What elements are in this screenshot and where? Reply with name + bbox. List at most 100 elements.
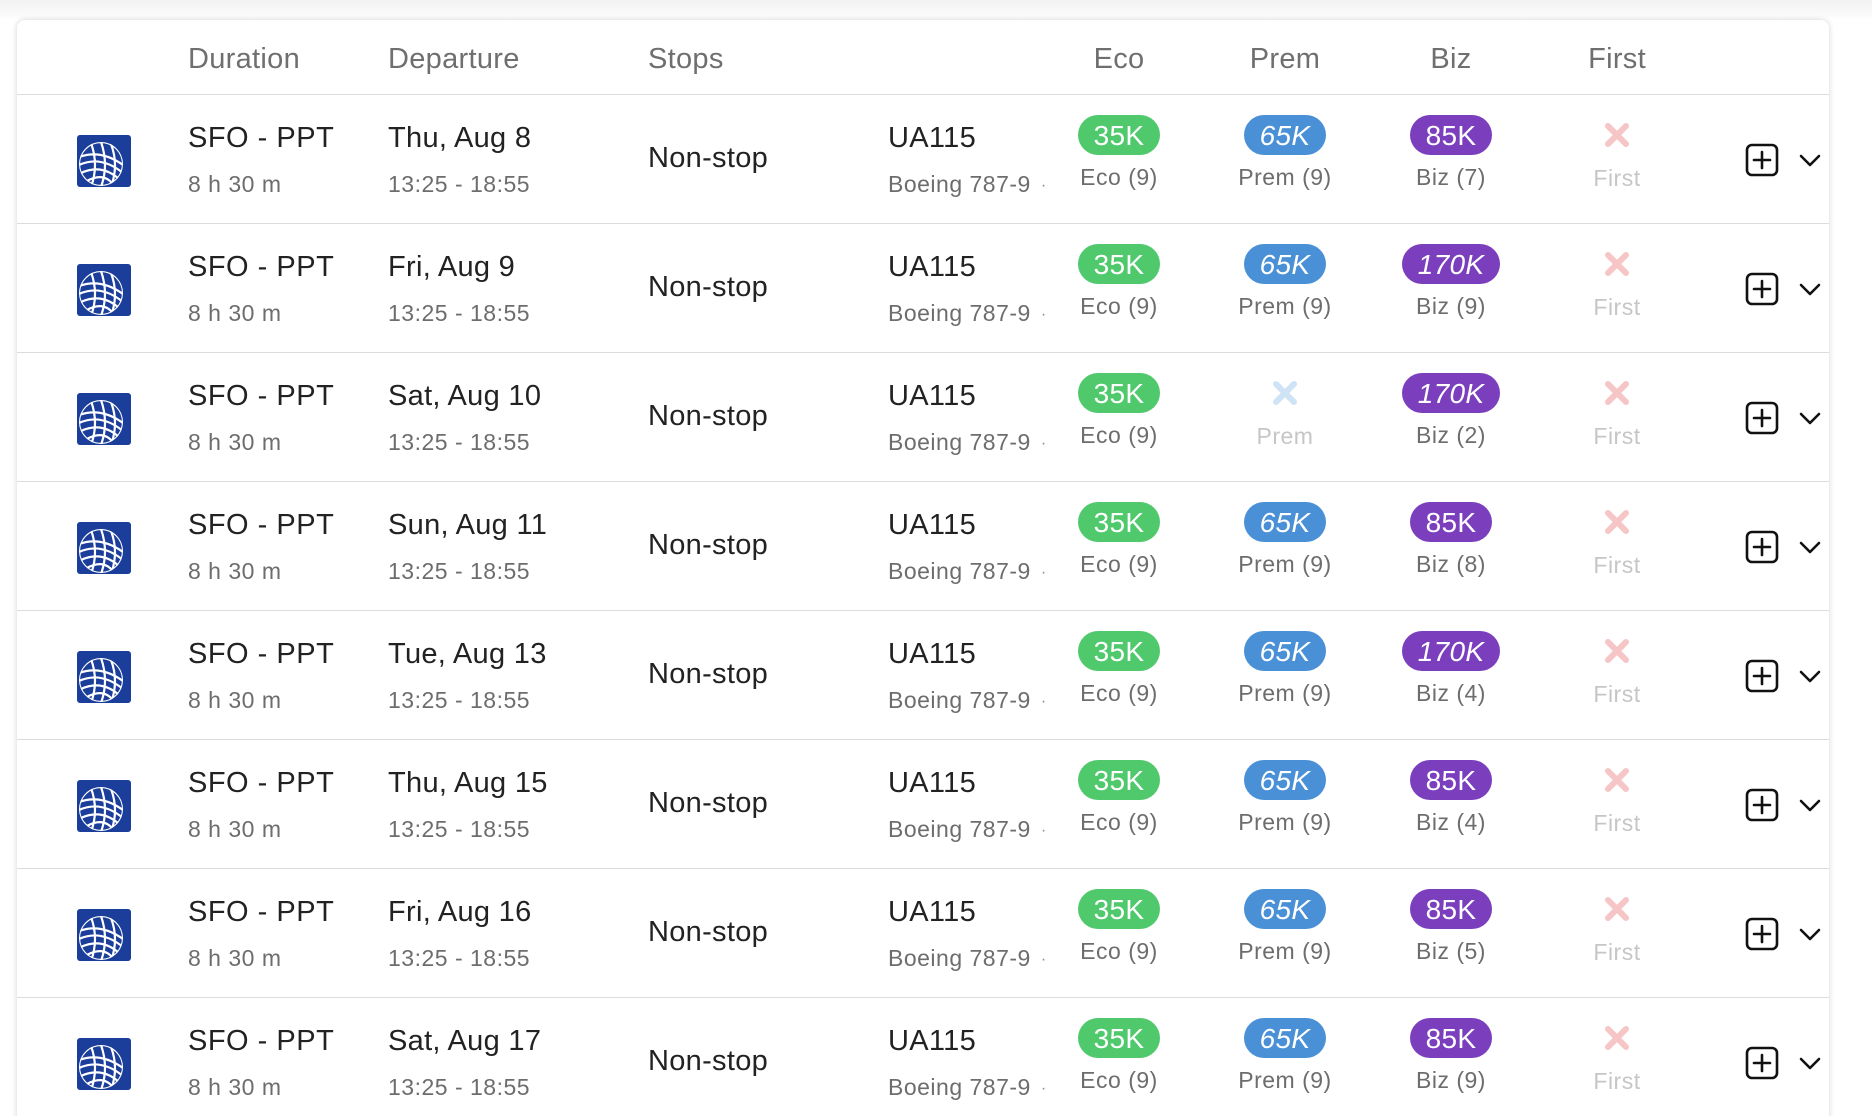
fare-prem[interactable]: 65K Prem (9) <box>1205 115 1365 191</box>
fare-biz[interactable]: 85K Biz (5) <box>1371 889 1531 965</box>
prem-price-badge[interactable]: 65K <box>1243 115 1327 155</box>
flight-row[interactable]: SFO - PPT 8 h 30 m Thu, Aug 15 13:25 - 1… <box>17 740 1829 869</box>
flight-row[interactable]: SFO - PPT 8 h 30 m Sat, Aug 17 13:25 - 1… <box>17 998 1829 1116</box>
add-flight-button[interactable] <box>1745 788 1779 822</box>
eco-price-badge[interactable]: 35K <box>1077 631 1161 671</box>
chevron-down-icon <box>1799 283 1821 296</box>
first-label: First <box>1593 423 1641 449</box>
biz-seats: Biz (9) <box>1416 1067 1486 1093</box>
add-flight-button[interactable] <box>1745 401 1779 435</box>
header-first[interactable]: First <box>1588 20 1646 94</box>
fare-biz[interactable]: 85K Biz (9) <box>1371 1018 1531 1094</box>
fare-biz[interactable]: 170K Biz (2) <box>1371 373 1531 449</box>
departure-time: 13:25 - 18:55 <box>388 687 531 713</box>
fare-eco[interactable]: 35K Eco (9) <box>1039 631 1199 707</box>
prem-price-badge[interactable]: 65K <box>1243 244 1327 284</box>
biz-price-badge[interactable]: 85K <box>1409 1018 1493 1058</box>
fare-eco[interactable]: 35K Eco (9) <box>1039 760 1199 836</box>
fare-biz[interactable]: 170K Biz (4) <box>1371 631 1531 707</box>
eco-price-badge[interactable]: 35K <box>1077 115 1161 155</box>
fare-biz[interactable]: 85K Biz (4) <box>1371 760 1531 836</box>
fare-prem[interactable]: 65K Prem (9) <box>1205 760 1365 836</box>
prem-price-badge[interactable]: 65K <box>1243 502 1327 542</box>
fare-biz[interactable]: 85K Biz (7) <box>1371 115 1531 191</box>
eco-price-badge[interactable]: 35K <box>1077 760 1161 800</box>
expand-row-button[interactable] <box>1797 792 1823 818</box>
add-flight-button[interactable] <box>1745 143 1779 177</box>
fare-prem[interactable]: 65K Prem (9) <box>1205 1018 1365 1094</box>
eco-price-badge[interactable]: 35K <box>1077 373 1161 413</box>
fare-prem[interactable]: 65K Prem (9) <box>1205 502 1365 578</box>
header-stops[interactable]: Stops <box>648 20 724 94</box>
add-flight-button[interactable] <box>1745 917 1779 951</box>
add-flight-button[interactable] <box>1745 1046 1779 1080</box>
x-mark-icon <box>1597 760 1637 800</box>
x-mark-icon <box>1597 502 1637 542</box>
expand-row-button[interactable] <box>1797 405 1823 431</box>
expand-row-button[interactable] <box>1797 1050 1823 1076</box>
biz-price-badge[interactable]: 170K <box>1401 631 1501 671</box>
fare-eco[interactable]: 35K Eco (9) <box>1039 502 1199 578</box>
duration-text: 8 h 30 m <box>188 558 282 584</box>
departure-date: Sat, Aug 10 <box>388 380 542 412</box>
expand-row-button[interactable] <box>1797 276 1823 302</box>
fare-biz[interactable]: 85K Biz (8) <box>1371 502 1531 578</box>
biz-price-badge[interactable]: 170K <box>1401 373 1501 413</box>
header-duration[interactable]: Duration <box>188 20 300 94</box>
biz-price-badge[interactable]: 170K <box>1401 244 1501 284</box>
fare-prem[interactable]: 65K Prem (9) <box>1205 889 1365 965</box>
departure-time: 13:25 - 18:55 <box>388 1074 531 1100</box>
flight-number: UA115 <box>888 251 977 283</box>
header-prem[interactable]: Prem <box>1250 20 1321 94</box>
prem-seats: Prem (9) <box>1238 293 1332 319</box>
add-flight-button[interactable] <box>1745 272 1779 306</box>
x-mark-icon <box>1597 373 1637 413</box>
united-globe-icon <box>77 522 131 574</box>
biz-price-badge[interactable]: 85K <box>1409 115 1493 155</box>
prem-price-badge[interactable]: 65K <box>1243 760 1327 800</box>
biz-price-badge[interactable]: 85K <box>1409 889 1493 929</box>
fare-biz[interactable]: 170K Biz (9) <box>1371 244 1531 320</box>
table-header: Duration Departure Stops Eco Prem Biz Fi… <box>17 20 1829 95</box>
eco-price-badge[interactable]: 35K <box>1077 889 1161 929</box>
prem-seats: Prem (9) <box>1238 551 1332 577</box>
chevron-down-icon <box>1799 928 1821 941</box>
flight-row[interactable]: SFO - PPT 8 h 30 m Thu, Aug 8 13:25 - 18… <box>17 95 1829 224</box>
fare-eco[interactable]: 35K Eco (9) <box>1039 889 1199 965</box>
fare-eco[interactable]: 35K Eco (9) <box>1039 244 1199 320</box>
eco-price-badge[interactable]: 35K <box>1077 502 1161 542</box>
expand-row-button[interactable] <box>1797 663 1823 689</box>
expand-row-button[interactable] <box>1797 147 1823 173</box>
eco-seats: Eco (9) <box>1080 938 1158 964</box>
flight-number: UA115 <box>888 122 977 154</box>
prem-price-badge[interactable]: 65K <box>1243 631 1327 671</box>
expand-row-button[interactable] <box>1797 534 1823 560</box>
fare-prem[interactable]: 65K Prem (9) <box>1205 244 1365 320</box>
duration-text: 8 h 30 m <box>188 429 282 455</box>
header-departure[interactable]: Departure <box>388 20 520 94</box>
fare-eco[interactable]: 35K Eco (9) <box>1039 1018 1199 1094</box>
flight-row[interactable]: SFO - PPT 8 h 30 m Fri, Aug 16 13:25 - 1… <box>17 869 1829 998</box>
eco-price-badge[interactable]: 35K <box>1077 244 1161 284</box>
add-flight-button[interactable] <box>1745 659 1779 693</box>
duration-text: 8 h 30 m <box>188 300 282 326</box>
fare-eco[interactable]: 35K Eco (9) <box>1039 373 1199 449</box>
fare-first: First <box>1537 373 1697 450</box>
eco-price-badge[interactable]: 35K <box>1077 1018 1161 1058</box>
flight-row[interactable]: SFO - PPT 8 h 30 m Sun, Aug 11 13:25 - 1… <box>17 482 1829 611</box>
flight-row[interactable]: SFO - PPT 8 h 30 m Tue, Aug 13 13:25 - 1… <box>17 611 1829 740</box>
page: Duration Departure Stops Eco Prem Biz Fi… <box>0 0 1872 1116</box>
header-biz[interactable]: Biz <box>1430 20 1471 94</box>
expand-row-button[interactable] <box>1797 921 1823 947</box>
fare-prem[interactable]: 65K Prem (9) <box>1205 631 1365 707</box>
fare-eco[interactable]: 35K Eco (9) <box>1039 115 1199 191</box>
header-eco[interactable]: Eco <box>1094 20 1145 94</box>
prem-price-badge[interactable]: 65K <box>1243 889 1327 929</box>
add-flight-button[interactable] <box>1745 530 1779 564</box>
flight-row[interactable]: SFO - PPT 8 h 30 m Sat, Aug 10 13:25 - 1… <box>17 353 1829 482</box>
fare-first: First <box>1537 1018 1697 1095</box>
flight-row[interactable]: SFO - PPT 8 h 30 m Fri, Aug 9 13:25 - 18… <box>17 224 1829 353</box>
prem-price-badge[interactable]: 65K <box>1243 1018 1327 1058</box>
biz-price-badge[interactable]: 85K <box>1409 760 1493 800</box>
biz-price-badge[interactable]: 85K <box>1409 502 1493 542</box>
